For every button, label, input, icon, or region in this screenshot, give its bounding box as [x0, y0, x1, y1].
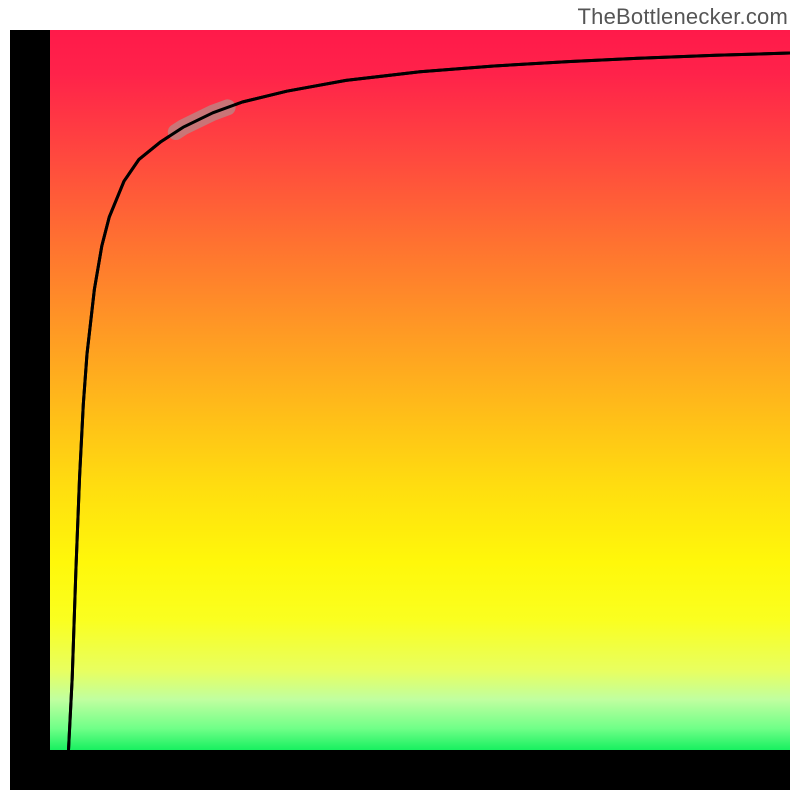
chart-container: TheBottlenecker.com	[0, 0, 800, 800]
bottleneck-curve	[69, 53, 791, 750]
watermark-text: TheBottlenecker.com	[578, 4, 788, 30]
bottleneck-curve	[69, 53, 791, 750]
curve-layer	[50, 30, 790, 750]
y-axis	[10, 30, 50, 750]
plot-frame	[10, 30, 790, 790]
plot-area	[50, 30, 790, 750]
x-axis	[10, 750, 790, 790]
